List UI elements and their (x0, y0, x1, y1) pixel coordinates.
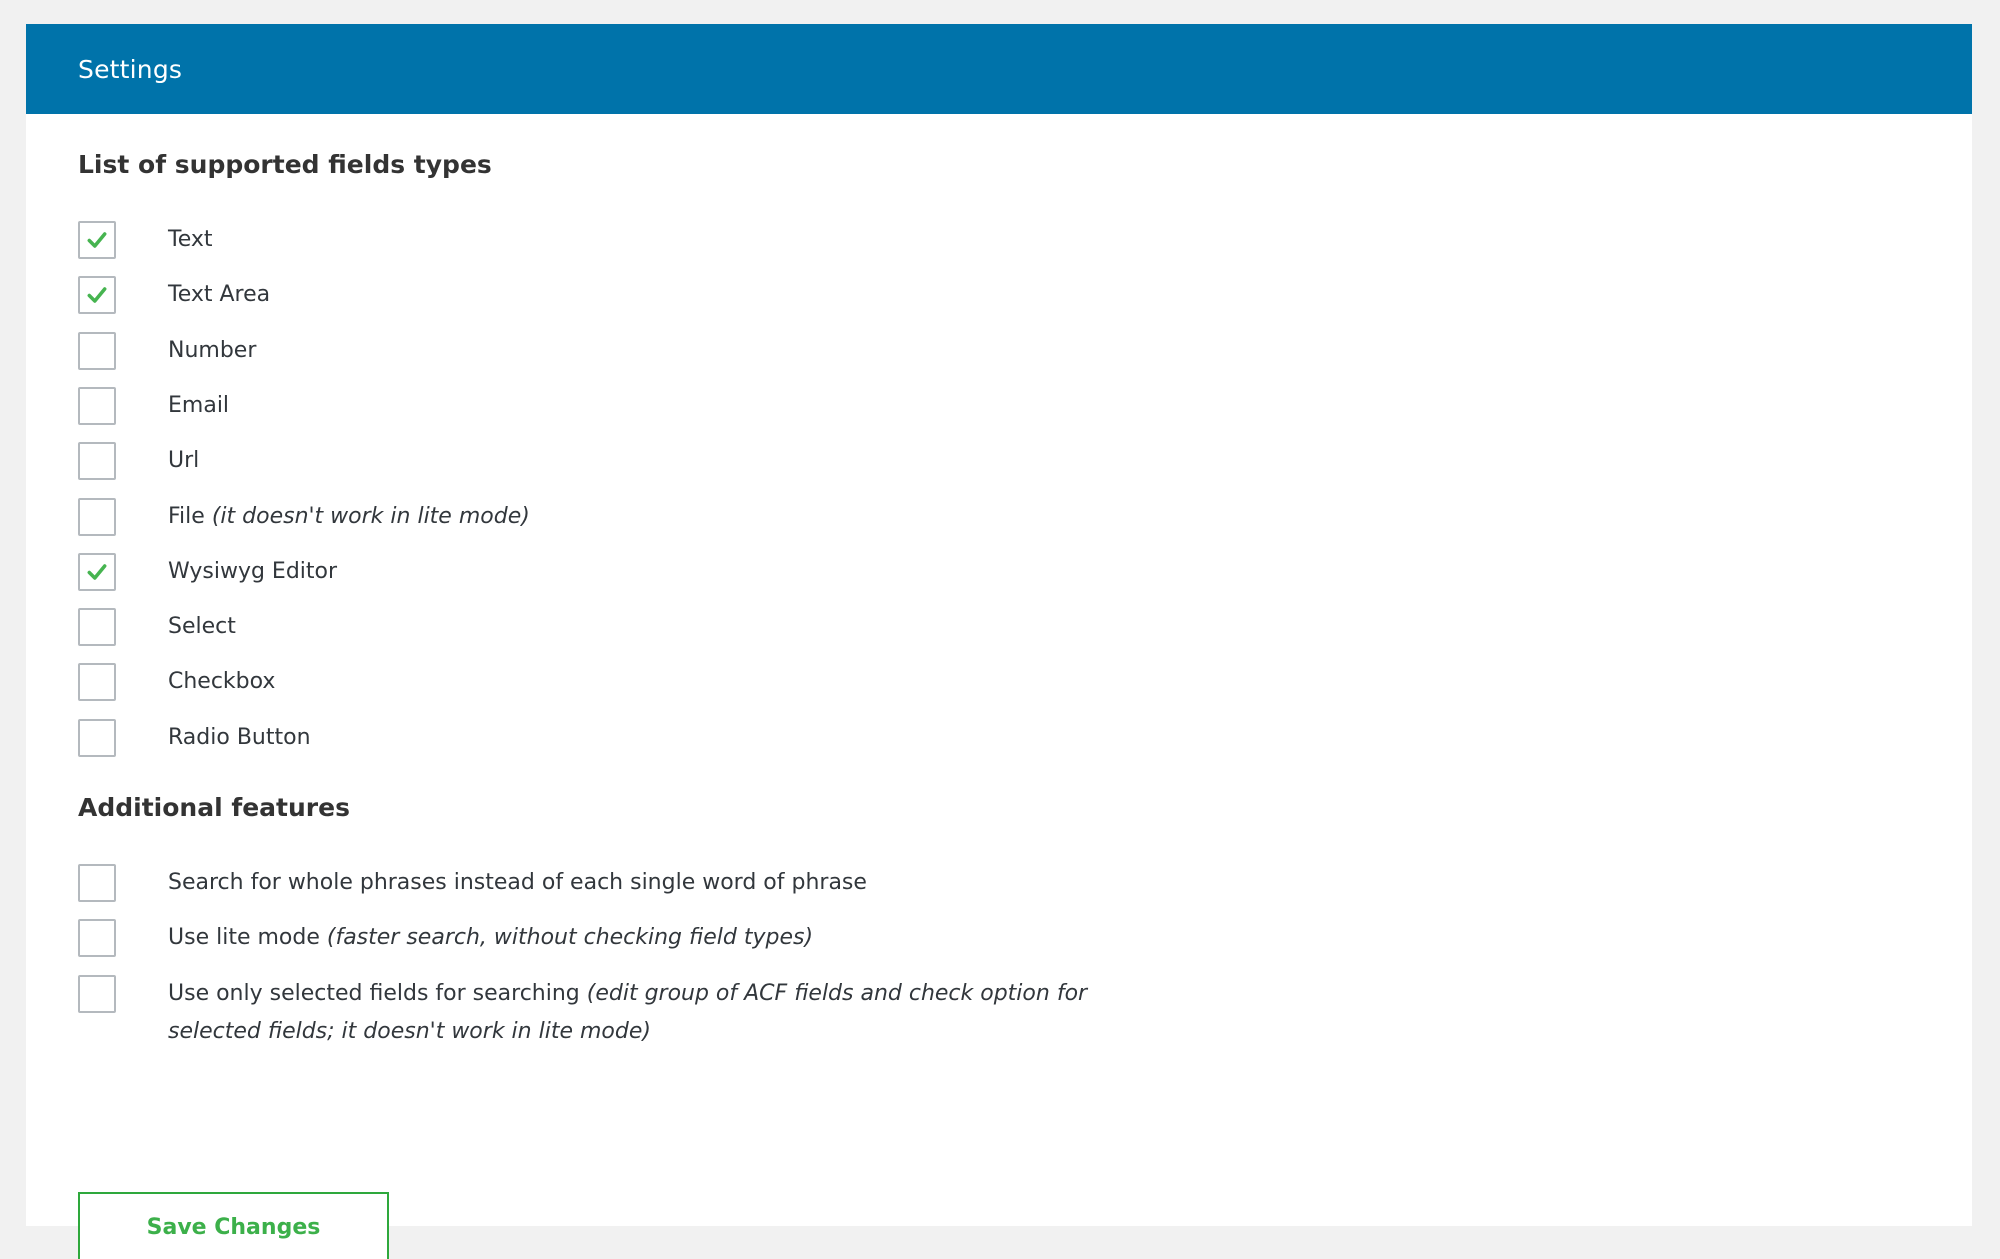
field-types-heading: List of supported fields types (78, 150, 492, 179)
option-label-text: Select (168, 614, 236, 640)
checkbox-text-area[interactable] (78, 276, 116, 315)
option-row-email: Email (78, 386, 229, 425)
checkbox-use-lite-mode[interactable] (78, 919, 116, 958)
checkmark-icon (87, 232, 107, 248)
settings-panel: Settings List of supported fields types … (26, 24, 1972, 1259)
option-label[interactable]: Text Area (168, 276, 270, 314)
option-row-radio-button: Radio Button (78, 718, 311, 757)
option-label-text: Number (168, 337, 257, 363)
option-label-text: Email (168, 392, 230, 418)
checkbox-wysiwyg-editor[interactable] (78, 552, 116, 591)
checkmark-icon (87, 287, 107, 304)
checkbox-use-only-selected-fields-for-searching[interactable] (78, 974, 116, 1013)
option-label-text: Search for whole phrases instead of each… (168, 870, 867, 895)
option-label-text: Use only selected fields for searching (168, 980, 580, 1006)
option-label[interactable]: Email (168, 387, 229, 425)
option-label[interactable]: Select (168, 608, 236, 646)
option-row-use-lite-mode: Use lite mode (faster search, without ch… (78, 919, 813, 958)
option-row-url: Url (78, 442, 199, 481)
option-row-checkbox: Checkbox (78, 663, 275, 702)
option-label[interactable]: Wysiwyg Editor (168, 553, 337, 591)
option-label[interactable]: Number (168, 332, 256, 370)
option-label-text: Radio Button (168, 724, 311, 750)
save-changes-button[interactable]: Save Changes (78, 1192, 389, 1259)
option-label-text: Url (168, 448, 200, 474)
option-row-text: Text (78, 221, 213, 259)
option-row-search-for-whole-phrases-instead-of-each-single-word-of-phrase: Search for whole phrases instead of each… (78, 864, 867, 902)
option-row-select: Select (78, 608, 236, 647)
option-label-text: Text Area (168, 282, 271, 308)
option-note: (it doesn't work in lite mode) (211, 503, 530, 529)
option-label-text: File (168, 503, 205, 529)
checkbox-file[interactable] (78, 497, 116, 536)
option-row-text-area: Text Area (78, 276, 270, 315)
checkbox-checkbox[interactable] (78, 663, 116, 702)
checkbox-email[interactable] (78, 386, 116, 425)
option-label[interactable]: Url (168, 442, 199, 480)
checkbox-radio-button[interactable] (78, 718, 116, 757)
option-label-text: Use lite mode (168, 925, 320, 951)
option-row-wysiwyg-editor: Wysiwyg Editor (78, 552, 337, 591)
option-label[interactable]: Search for whole phrases instead of each… (168, 864, 867, 902)
checkbox-select[interactable] (78, 608, 116, 647)
option-label[interactable]: Checkbox (168, 663, 275, 701)
option-label-text: Checkbox (168, 669, 276, 695)
checkbox-number[interactable] (78, 331, 116, 370)
option-label[interactable]: File (it doesn't work in lite mode) (168, 498, 530, 536)
option-label[interactable]: Radio Button (168, 719, 311, 757)
checkbox-text[interactable] (78, 221, 116, 259)
option-row-file: File (it doesn't work in lite mode) (78, 497, 530, 536)
page-title: Settings (78, 54, 183, 84)
option-label[interactable]: Text (168, 221, 213, 259)
additional-features-heading: Additional features (78, 793, 350, 822)
option-label[interactable]: Use lite mode (faster search, without ch… (168, 919, 813, 957)
option-row-use-only-selected-fields-for-searching: Use only selected fields for searching (… (78, 974, 1178, 1051)
checkmark-icon (87, 563, 107, 580)
option-label-text: Text (168, 227, 213, 252)
panel-header: Settings (26, 24, 1972, 114)
option-label-text: Wysiwyg Editor (168, 558, 338, 584)
option-label[interactable]: Use only selected fields for searching (… (168, 975, 1178, 1051)
option-row-number: Number (78, 331, 256, 370)
checkbox-url[interactable] (78, 442, 116, 481)
option-note: (faster search, without checking field t… (326, 925, 814, 951)
checkbox-search-for-whole-phrases-instead-of-each-single-word-of-phrase[interactable] (78, 864, 116, 902)
